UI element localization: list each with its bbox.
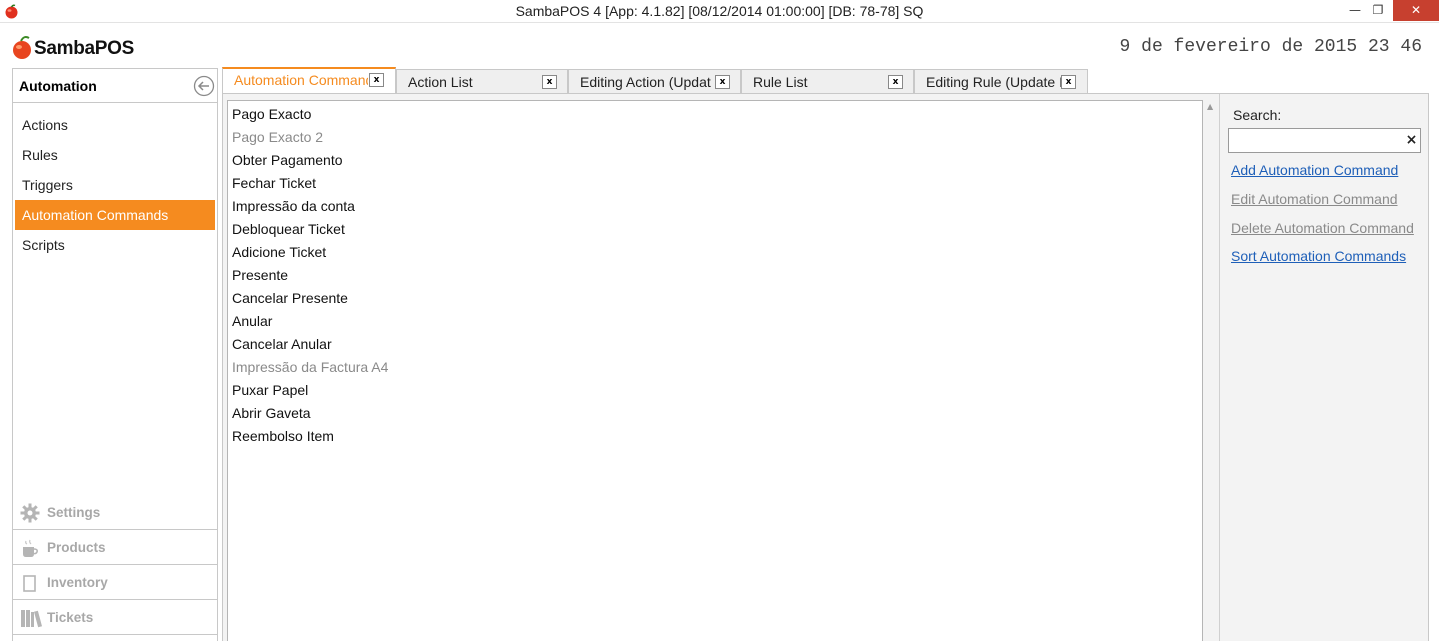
books-icon xyxy=(21,610,43,628)
document-tabs: Automation Command x Action List x Editi… xyxy=(222,67,1439,94)
tab-close-icon[interactable]: x xyxy=(369,73,384,87)
sambapos-logo: SambaPOS xyxy=(11,35,151,63)
tab-rule-list[interactable]: Rule List x xyxy=(741,69,914,94)
title-bar: SambaPOS 4 [App: 4.1.82] [08/12/2014 01:… xyxy=(0,0,1439,23)
list-item[interactable]: Obter Pagamento xyxy=(232,149,388,172)
command-panel: Search: Add Automation Command Edit Auto… xyxy=(1220,94,1428,641)
window-title: SambaPOS 4 [App: 4.1.82] [08/12/2014 01:… xyxy=(515,3,924,19)
date-time-display: 9 de fevereiro de 2015 23 46 xyxy=(1119,37,1422,57)
sidebar-nav: Actions Rules Triggers Automation Comman… xyxy=(13,103,217,260)
list-item[interactable]: Cancelar Presente xyxy=(232,287,388,310)
section-products[interactable]: Products xyxy=(13,530,217,565)
list-item[interactable]: Anular xyxy=(232,310,388,333)
tab-automation-commands[interactable]: Automation Command x xyxy=(222,67,396,94)
list-item[interactable]: Pago Exacto xyxy=(232,103,388,126)
sidebar-item-actions[interactable]: Actions xyxy=(15,110,215,140)
search-input[interactable] xyxy=(1228,128,1404,153)
box-icon xyxy=(23,575,36,592)
search-label: Search: xyxy=(1233,107,1282,123)
sidebar-sections: Settings Products Inventory Tickets xyxy=(13,495,217,635)
delete-automation-command-link[interactable]: Delete Automation Command xyxy=(1231,220,1414,236)
sidebar-header: Automation xyxy=(13,69,217,103)
sidebar-item-scripts[interactable]: Scripts xyxy=(15,230,215,260)
list-item[interactable]: Adicione Ticket xyxy=(232,241,388,264)
list-item[interactable]: Debloquear Ticket xyxy=(232,218,388,241)
tab-editing-action[interactable]: Editing Action (Updat x xyxy=(568,69,741,94)
restore-button[interactable]: ❐ xyxy=(1364,0,1392,21)
list-item[interactable]: Fechar Ticket xyxy=(232,172,388,195)
add-automation-command-link[interactable]: Add Automation Command xyxy=(1231,162,1398,178)
close-window-button[interactable]: ✕ xyxy=(1393,0,1439,21)
logo-text: SambaPOS xyxy=(34,38,135,59)
sort-automation-commands-link[interactable]: Sort Automation Commands xyxy=(1231,248,1406,264)
sidebar-item-automation-commands[interactable]: Automation Commands xyxy=(15,200,215,230)
sidebar: Automation Actions Rules Triggers Automa… xyxy=(12,68,218,641)
tab-editing-rule[interactable]: Editing Rule (Update I x xyxy=(914,69,1088,94)
automation-command-list[interactable]: Pago Exacto Pago Exacto 2 Obter Pagamento F… xyxy=(227,100,1203,641)
list-scrollbar[interactable]: ▲ xyxy=(1203,100,1219,641)
tab-label: Automation Command xyxy=(234,72,368,88)
section-products-label: Products xyxy=(47,540,106,555)
sidebar-title: Automation xyxy=(19,78,97,94)
edit-automation-command-link[interactable]: Edit Automation Command xyxy=(1231,191,1398,207)
tab-label: Editing Rule (Update I xyxy=(926,74,1062,90)
scroll-up-icon[interactable]: ▲ xyxy=(1207,102,1213,111)
list-item[interactable]: Cancelar Anular xyxy=(232,333,388,356)
tab-close-icon[interactable]: x xyxy=(1061,75,1076,89)
section-settings[interactable]: Settings xyxy=(13,495,217,530)
tab-close-icon[interactable]: x xyxy=(715,75,730,89)
list-item[interactable]: Presente xyxy=(232,264,388,287)
tab-label: Rule List xyxy=(753,74,808,90)
gear-icon xyxy=(20,503,40,523)
cup-icon xyxy=(23,539,38,557)
tab-label: Editing Action (Updat xyxy=(580,74,711,90)
sidebar-item-rules[interactable]: Rules xyxy=(15,140,215,170)
section-settings-label: Settings xyxy=(47,505,101,520)
list-item[interactable]: Reembolso Item xyxy=(232,425,388,448)
section-inventory-label: Inventory xyxy=(47,575,108,590)
tab-label: Action List xyxy=(408,74,473,90)
section-tickets-label: Tickets xyxy=(47,610,94,625)
tomato-logo-icon xyxy=(13,36,31,59)
list-item[interactable]: Pago Exacto 2 xyxy=(232,126,388,149)
clear-search-button[interactable]: × xyxy=(1403,128,1421,153)
section-tickets[interactable]: Tickets xyxy=(13,600,217,635)
tab-close-icon[interactable]: x xyxy=(542,75,557,89)
tab-action-list[interactable]: Action List x xyxy=(396,69,568,94)
list-item[interactable]: Puxar Papel xyxy=(232,379,388,402)
list-item[interactable]: Impressão da Factura A4 xyxy=(232,356,388,379)
back-arrow-icon[interactable] xyxy=(193,75,215,97)
section-inventory[interactable]: Inventory xyxy=(13,565,217,600)
tab-close-icon[interactable]: x xyxy=(888,75,903,89)
list-item[interactable]: Abrir Gaveta xyxy=(232,402,388,425)
sidebar-item-triggers[interactable]: Triggers xyxy=(15,170,215,200)
list-item[interactable]: Impressão da conta xyxy=(232,195,388,218)
list-items: Pago Exacto Pago Exacto 2 Obter Pagamento F… xyxy=(232,103,388,448)
